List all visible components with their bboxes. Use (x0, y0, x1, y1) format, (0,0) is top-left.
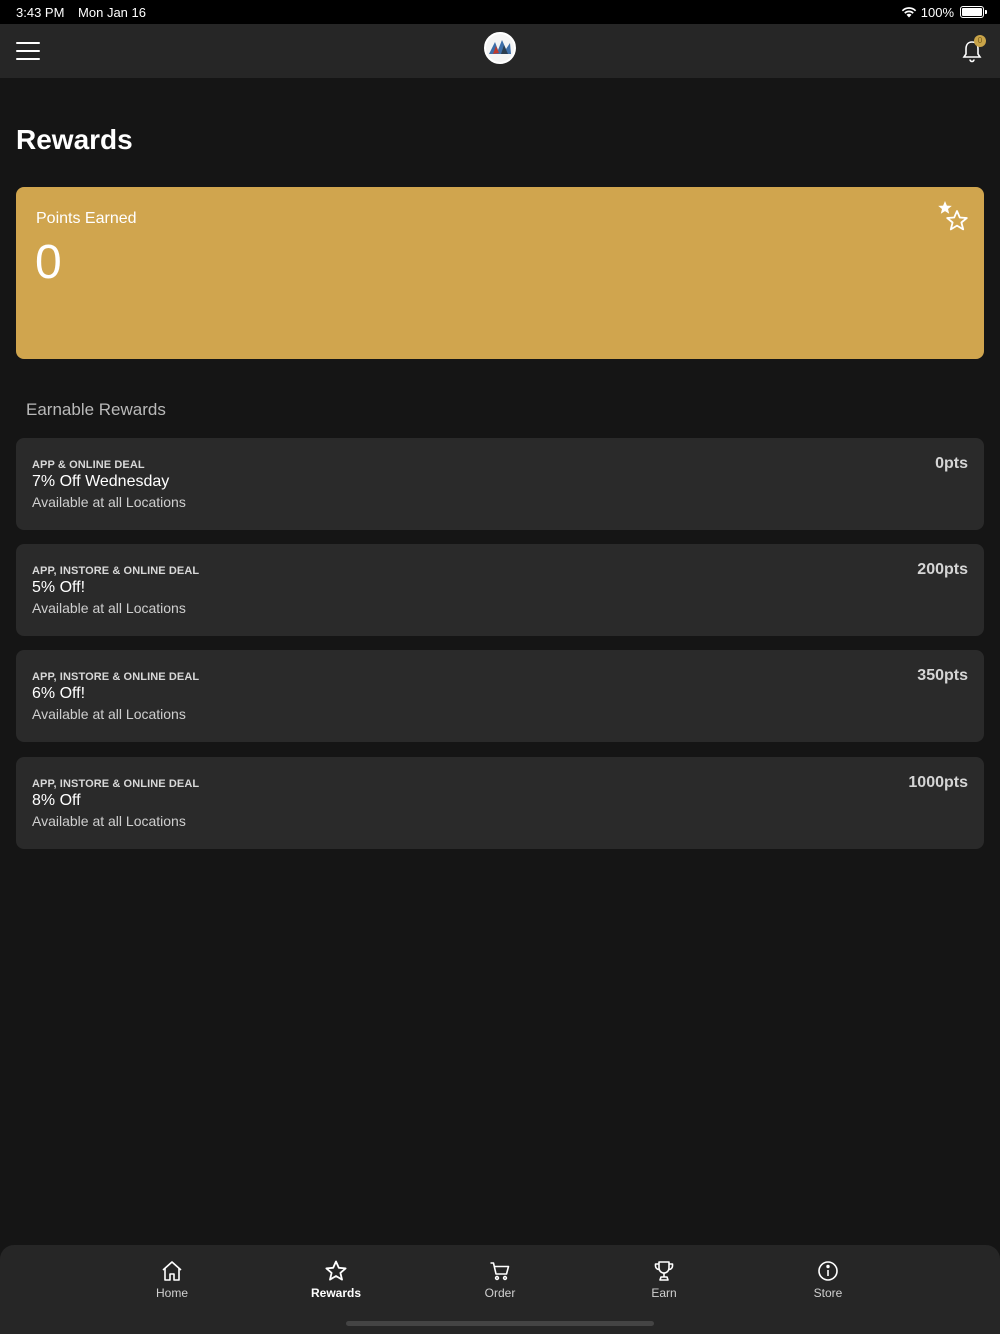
tab-rewards[interactable]: Rewards (291, 1259, 381, 1303)
status-left: 3:43 PM Mon Jan 16 (16, 5, 156, 20)
reward-availability: Available at all Locations (32, 600, 186, 616)
status-time: 3:43 PM (16, 4, 65, 20)
reward-tag: APP, INSTORE & ONLINE DEAL (32, 671, 200, 683)
reward-availability: Available at all Locations (32, 813, 186, 829)
points-card: Points Earned 0 (16, 187, 984, 359)
tab-home[interactable]: Home (127, 1259, 217, 1303)
status-bar: 3:43 PM Mon Jan 16 100% (0, 0, 1000, 24)
tab-order[interactable]: Order (455, 1259, 545, 1303)
star-icon (325, 1260, 347, 1281)
battery-icon (960, 6, 987, 18)
wifi-icon (901, 7, 916, 18)
hamburger-icon[interactable] (16, 42, 40, 60)
reward-name: 8% Off (32, 792, 81, 809)
reward-tag: APP & ONLINE DEAL (32, 459, 145, 471)
status-right: 100% (901, 4, 987, 20)
reward-points: 200pts (917, 561, 968, 578)
cart-icon (490, 1262, 510, 1281)
reward-name: 5% Off! (32, 579, 86, 596)
reward-availability: Available at all Locations (32, 706, 186, 722)
status-date: Mon Jan 16 (78, 4, 146, 20)
points-label: Points Earned (36, 210, 137, 227)
points-value: 0 (35, 236, 62, 289)
reward-name: 6% Off! (32, 685, 86, 702)
reward-points: 0pts (935, 455, 968, 472)
info-icon (818, 1261, 838, 1281)
reward-tag: APP, INSTORE & ONLINE DEAL (32, 778, 200, 790)
tab-label: Store (813, 1286, 843, 1300)
reward-points: 1000pts (908, 774, 968, 791)
trophy-icon (654, 1261, 674, 1281)
tab-label: Order (484, 1286, 516, 1300)
battery-percent: 100% (920, 4, 954, 20)
brand-logo[interactable] (484, 32, 516, 64)
top-nav-bar: 0 (0, 24, 1000, 78)
earnable-rewards-heading: Earnable Rewards (26, 400, 166, 419)
tab-label: Earn (651, 1286, 677, 1300)
reward-points: 350pts (917, 667, 968, 684)
tab-earn[interactable]: Earn (619, 1259, 709, 1303)
reward-name: 7% Off Wednesday (32, 473, 170, 490)
reward-card[interactable]: APP, INSTORE & ONLINE DEAL 6% Off! Avail… (16, 650, 984, 742)
reward-card[interactable]: APP, INSTORE & ONLINE DEAL 8% Off Availa… (16, 757, 984, 849)
tab-label: Home (155, 1286, 188, 1300)
notification-badge: 0 (974, 35, 986, 47)
notifications-button[interactable]: 0 (960, 35, 986, 63)
reward-card[interactable]: APP, INSTORE & ONLINE DEAL 5% Off! Avail… (16, 544, 984, 636)
stars-icon (938, 201, 968, 231)
reward-tag: APP, INSTORE & ONLINE DEAL (32, 565, 200, 577)
reward-availability: Available at all Locations (32, 494, 186, 510)
home-icon (162, 1261, 182, 1281)
tab-store[interactable]: Store (783, 1259, 873, 1303)
tab-label: Rewards (310, 1286, 362, 1300)
reward-card[interactable]: APP & ONLINE DEAL 7% Off Wednesday Avail… (16, 438, 984, 530)
home-indicator (346, 1321, 654, 1326)
page-title: Rewards (16, 124, 133, 155)
